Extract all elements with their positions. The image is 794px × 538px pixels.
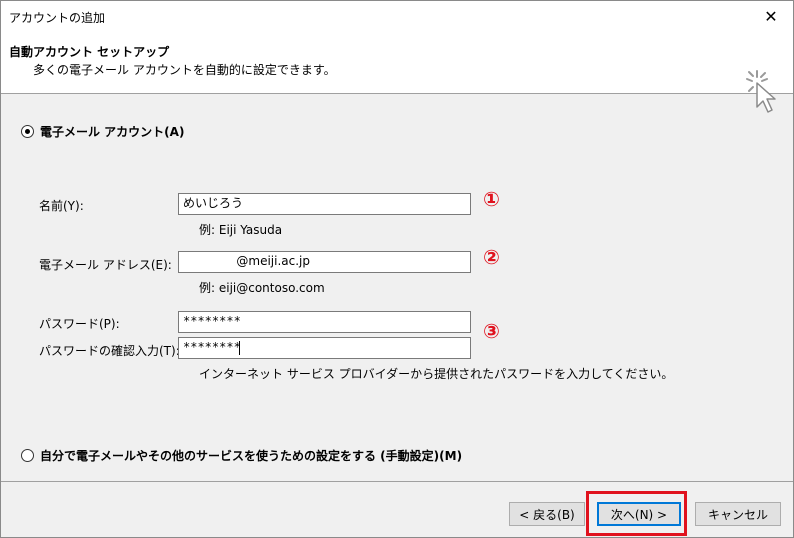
back-button[interactable]: < 戻る(B)	[509, 502, 585, 526]
email-hint: 例: eiji@contoso.com	[199, 281, 325, 295]
footer-divider	[1, 481, 793, 482]
next-button-highlight	[586, 491, 687, 536]
name-field[interactable]: めいじろう	[178, 193, 471, 215]
manual-setup-option[interactable]: 自分で電子メールやその他のサービスを使うための設定をする (手動設定)(M)	[21, 447, 462, 464]
annotation-marker-3: ③	[483, 319, 500, 343]
password-confirm-field[interactable]: ********	[178, 337, 471, 359]
title-bar: アカウントの追加 ✕	[1, 1, 793, 31]
wizard-header: 自動アカウント セットアップ 多くの電子メール アカウントを自動的に設定できます…	[1, 31, 793, 113]
password-hint: インターネット サービス プロバイダーから提供されたパスワードを入力してください…	[199, 367, 674, 381]
name-hint: 例: Eiji Yasuda	[199, 223, 283, 237]
close-icon[interactable]: ✕	[749, 1, 793, 31]
text-caret	[239, 341, 240, 355]
password-field[interactable]: ********	[178, 311, 471, 333]
email-label: 電子メール アドレス(E):	[39, 258, 172, 272]
manual-setup-label: 自分で電子メールやその他のサービスを使うための設定をする (手動設定)(M)	[40, 449, 463, 463]
email-field[interactable]: @meiji.ac.jp	[178, 251, 471, 273]
add-account-dialog: アカウントの追加 ✕ 自動アカウント セットアップ 多くの電子メール アカウント…	[0, 0, 794, 538]
password-confirm-label: パスワードの確認入力(T):	[39, 344, 180, 358]
password-label: パスワード(P):	[39, 317, 120, 331]
name-label: 名前(Y):	[39, 199, 84, 213]
cancel-button[interactable]: キャンセル	[695, 502, 781, 526]
header-subtitle: 多くの電子メール アカウントを自動的に設定できます。	[33, 63, 336, 77]
manual-setup-radio[interactable]	[21, 449, 34, 462]
annotation-marker-2: ②	[483, 245, 500, 269]
email-account-label: 電子メール アカウント(A)	[40, 125, 185, 139]
email-account-radio[interactable]	[21, 125, 34, 138]
window-title: アカウントの追加	[9, 11, 106, 25]
wizard-cursor-icon	[746, 70, 776, 113]
header-title: 自動アカウント セットアップ	[9, 45, 170, 59]
email-account-option[interactable]: 電子メール アカウント(A)	[21, 123, 184, 140]
annotation-marker-1: ①	[483, 187, 500, 211]
